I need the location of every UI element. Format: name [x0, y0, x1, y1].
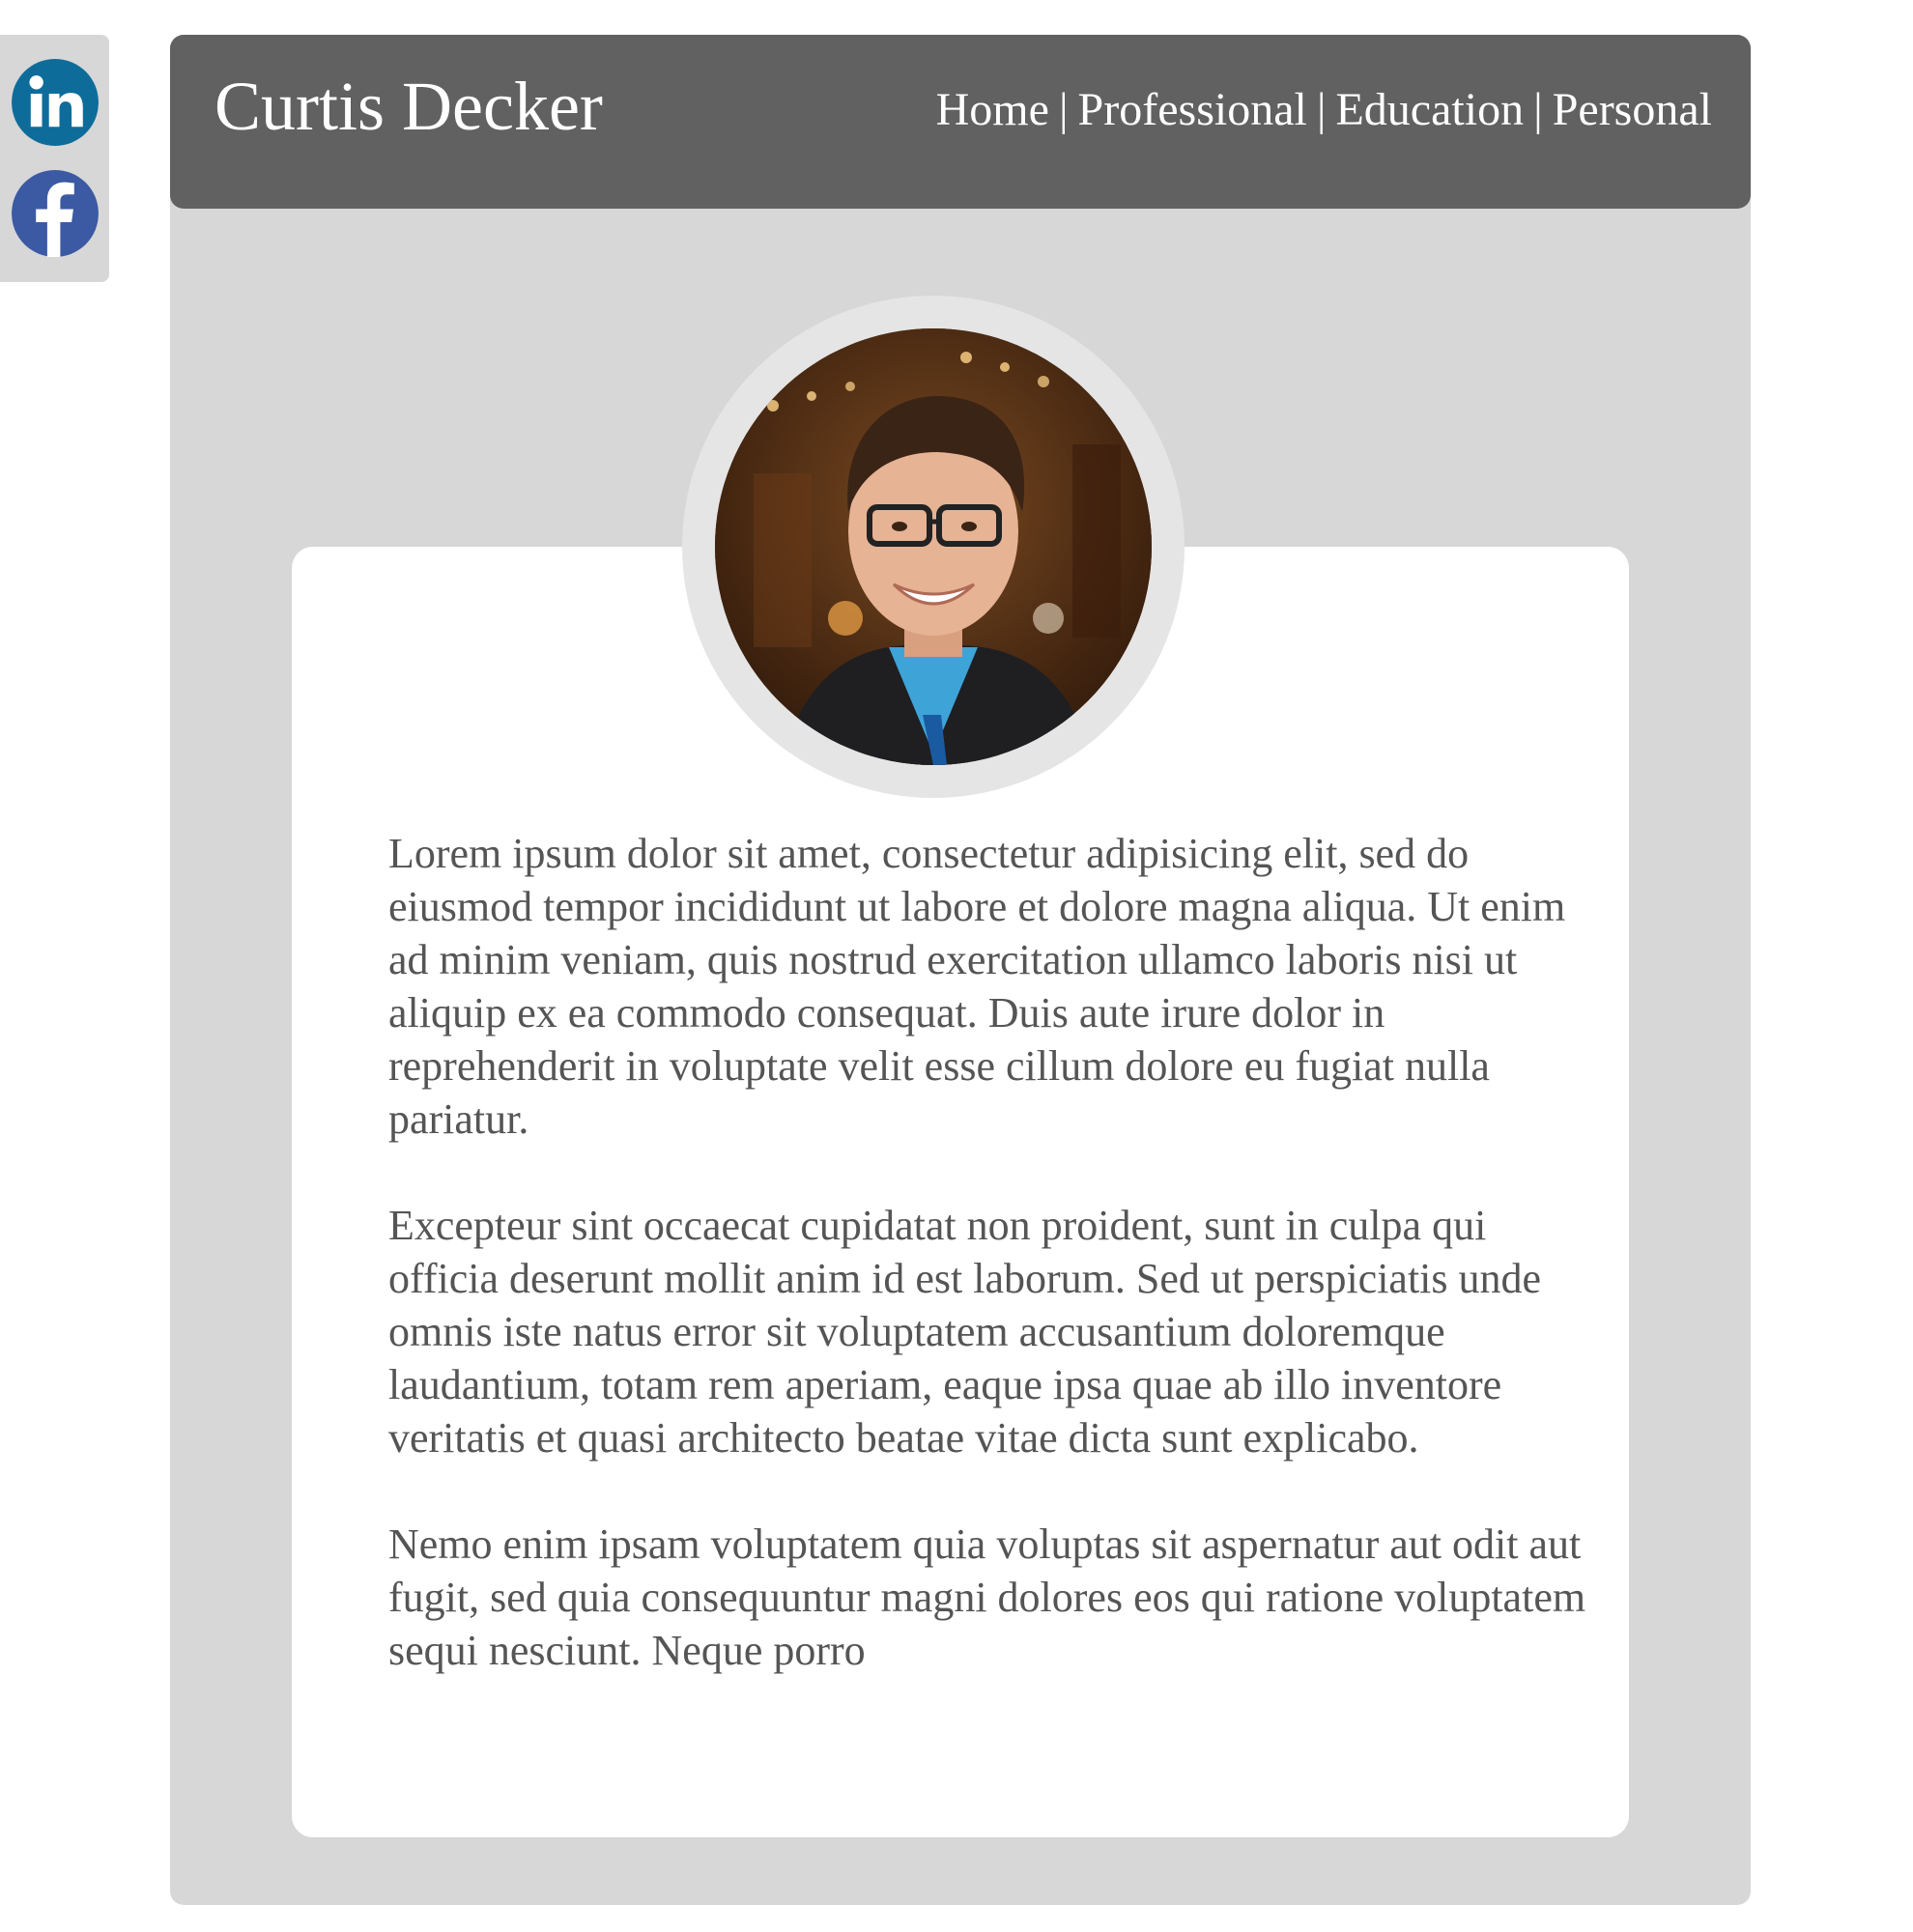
main-panel: Curtis Decker Home | Professional | Educatio…: [170, 35, 1751, 1905]
bio-paragraph: Excepteur sint occaecat cupidatat non pr…: [388, 1202, 1542, 1462]
nav-separator: |: [1316, 84, 1327, 135]
nav-separator: |: [1058, 84, 1069, 135]
main-nav: Home | Professional | Education | Personal: [936, 87, 1712, 133]
profile-photo-frame: [682, 296, 1185, 798]
site-header: Curtis Decker Home | Professional | Educatio…: [170, 35, 1751, 209]
linkedin-icon[interactable]: [12, 56, 99, 149]
nav-separator: |: [1533, 84, 1543, 135]
site-title[interactable]: Curtis Decker: [214, 71, 603, 141]
bio-paragraph: Nemo enim ipsam voluptatem quia voluptas…: [388, 1520, 1586, 1674]
nav-professional[interactable]: Professional: [1078, 84, 1307, 135]
social-sidebar: [0, 35, 109, 282]
nav-personal[interactable]: Personal: [1553, 84, 1712, 135]
facebook-icon[interactable]: [12, 167, 99, 260]
bio-text: Lorem ipsum dolor sit amet, consectetur …: [388, 827, 1586, 1730]
bio-paragraph: Lorem ipsum dolor sit amet, consectetur …: [388, 830, 1566, 1143]
profile-photo: [715, 328, 1152, 765]
nav-education[interactable]: Education: [1335, 84, 1524, 135]
nav-home[interactable]: Home: [936, 84, 1049, 135]
